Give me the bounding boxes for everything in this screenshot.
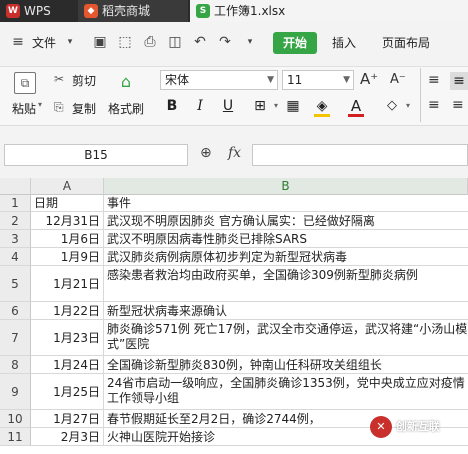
align-top-icon[interactable]: ≡ bbox=[428, 72, 440, 88]
cut-label[interactable]: 剪切 bbox=[72, 72, 96, 89]
quick-access-dropdown-icon[interactable]: ▾ bbox=[242, 34, 258, 50]
menu-file[interactable]: 文件 bbox=[32, 34, 56, 51]
chevron-down-icon[interactable]: ▾ bbox=[62, 34, 78, 50]
border-icon[interactable]: ⊞ bbox=[252, 97, 268, 115]
cell[interactable]: 武汉现不明原因肺炎 官方确认属实：已经做好隔离 bbox=[104, 212, 468, 230]
merge-cells-icon[interactable]: ▦ bbox=[285, 97, 301, 115]
row-header[interactable]: 8 bbox=[0, 356, 31, 374]
tab-workbook-label: 工作簿1.xlsx bbox=[214, 4, 286, 18]
chevron-down-icon: ▼ bbox=[267, 75, 274, 85]
tab-wps-label: WPS bbox=[24, 4, 51, 18]
row-header[interactable]: 3 bbox=[0, 230, 31, 248]
paste-icon[interactable]: ⧉ bbox=[14, 72, 36, 94]
cell[interactable]: 新型冠状病毒来源确认 bbox=[104, 302, 468, 320]
copy-label[interactable]: 复制 bbox=[72, 100, 96, 117]
cell[interactable]: 感染患者救治均由政府买单，全国确诊309例新型肺炎病例 bbox=[104, 266, 468, 302]
align-center-icon[interactable]: ≡ bbox=[452, 97, 464, 113]
undo-icon[interactable]: ↶ bbox=[192, 34, 208, 50]
tab-page-layout[interactable]: 页面布局 bbox=[382, 34, 430, 51]
save-icon[interactable]: ▣ bbox=[92, 34, 108, 50]
formula-input[interactable] bbox=[252, 144, 468, 166]
cell[interactable]: 1月9日 bbox=[31, 248, 104, 266]
cell[interactable]: 1月24日 bbox=[31, 356, 104, 374]
paste-dropdown-icon[interactable]: ▾ bbox=[38, 100, 42, 109]
cell[interactable]: 1月23日 bbox=[31, 320, 104, 356]
hamburger-menu-icon[interactable]: ≡ bbox=[10, 34, 26, 50]
watermark-logo: ✕ 创新互联 bbox=[370, 416, 440, 446]
cell[interactable]: 1月22日 bbox=[31, 302, 104, 320]
tab-start[interactable]: 开始 bbox=[273, 32, 317, 54]
name-box[interactable]: B15 bbox=[4, 144, 188, 166]
underline-button[interactable]: U bbox=[220, 97, 236, 115]
row-header[interactable]: 6 bbox=[0, 302, 31, 320]
zoom-lookup-icon[interactable]: ⊕ bbox=[200, 145, 212, 161]
column-header-a[interactable]: A bbox=[31, 178, 104, 195]
cell[interactable]: 2月3日 bbox=[31, 428, 104, 446]
ribbon-divider bbox=[420, 68, 421, 122]
cell[interactable]: 1月25日 bbox=[31, 374, 104, 410]
watermark-logo-icon: ✕ bbox=[370, 416, 392, 438]
row-header[interactable]: 11 bbox=[0, 428, 31, 446]
row-header[interactable]: 4 bbox=[0, 248, 31, 266]
tab-wps[interactable]: W WPS bbox=[0, 0, 76, 22]
insert-function-button[interactable]: fx bbox=[228, 145, 241, 161]
row-header[interactable]: 2 bbox=[0, 212, 31, 230]
chevron-down-icon[interactable]: ▾ bbox=[268, 97, 284, 115]
tab-workbook[interactable]: S 工作簿1.xlsx bbox=[190, 0, 468, 22]
row-header[interactable]: 5 bbox=[0, 266, 31, 302]
font-name-value: 宋体 bbox=[165, 73, 190, 87]
print-icon[interactable]: ⎙ bbox=[142, 34, 158, 50]
tab-store-label: 稻壳商城 bbox=[102, 4, 151, 18]
format-painter-label[interactable]: 格式刷 bbox=[108, 100, 144, 117]
row-header[interactable]: 7 bbox=[0, 320, 31, 356]
font-size-value: 11 bbox=[287, 73, 303, 87]
spreadsheet-icon: S bbox=[196, 3, 210, 18]
format-painter-icon[interactable]: ⌂ bbox=[116, 72, 136, 92]
font-color-swatch bbox=[348, 114, 364, 117]
cell[interactable]: 1月27日 bbox=[31, 410, 104, 428]
watermark-text: 创新互联 bbox=[395, 420, 440, 433]
chevron-down-icon[interactable]: ▾ bbox=[400, 97, 416, 115]
cell[interactable]: 事件 bbox=[104, 195, 468, 212]
wps-logo-icon: W bbox=[6, 3, 20, 18]
italic-button[interactable]: I bbox=[192, 97, 208, 115]
clear-format-icon[interactable]: ◇ bbox=[384, 97, 400, 115]
font-name-select[interactable]: 宋体 ▼ bbox=[160, 70, 278, 90]
fill-color-icon[interactable]: ◈ bbox=[314, 97, 330, 115]
cell[interactable]: 肺炎确诊571例 死亡17例，武汉全市交通停运，武汉将建“小汤山模式”医院 bbox=[104, 320, 468, 356]
menu-bar: ≡ 文件 ▾ ▣ ⬚ ⎙ ◫ ↶ ↷ ▾ 开始 插入 页面布局 bbox=[0, 22, 468, 67]
cell[interactable]: 24省市启动一级响应，全国肺炎确诊1353例，党中央成立应对疫情工作领导小组 bbox=[104, 374, 468, 410]
increase-font-size-icon[interactable]: A⁺ bbox=[360, 70, 378, 88]
align-middle-icon[interactable]: ≡ bbox=[450, 72, 468, 90]
title-tab-bar: W WPS ◆ 稻壳商城 S 工作簿1.xlsx bbox=[0, 0, 468, 22]
cell[interactable]: 武汉肺炎病例病原体初步判定为新型冠状病毒 bbox=[104, 248, 468, 266]
chevron-down-icon: ▼ bbox=[343, 75, 350, 85]
column-header-b[interactable]: B bbox=[104, 178, 468, 195]
tab-insert[interactable]: 插入 bbox=[332, 34, 356, 51]
cell[interactable]: 日期 bbox=[31, 195, 104, 212]
row-header[interactable]: 1 bbox=[0, 195, 31, 212]
cell[interactable]: 1月6日 bbox=[31, 230, 104, 248]
paste-label[interactable]: 粘贴 bbox=[12, 100, 36, 117]
fill-color-swatch bbox=[314, 114, 330, 117]
cell[interactable]: 武汉不明原因病毒性肺炎已排除SARS bbox=[104, 230, 468, 248]
copy-icon[interactable]: ⎘ bbox=[54, 100, 64, 115]
print-preview-icon[interactable]: ◫ bbox=[167, 34, 183, 50]
redo-icon[interactable]: ↷ bbox=[217, 34, 233, 50]
font-color-icon[interactable]: A bbox=[348, 97, 364, 115]
cell[interactable]: 12月31日 bbox=[31, 212, 104, 230]
cell[interactable]: 全国确诊新型肺炎830例，钟南山任科研攻关组组长 bbox=[104, 356, 468, 374]
bold-button[interactable]: B bbox=[164, 97, 180, 115]
export-icon[interactable]: ⬚ bbox=[117, 34, 133, 50]
cut-icon[interactable]: ✂ bbox=[54, 72, 64, 86]
font-size-select[interactable]: 11 ▼ bbox=[282, 70, 354, 90]
tab-store[interactable]: ◆ 稻壳商城 bbox=[78, 0, 188, 22]
decrease-font-size-icon[interactable]: A⁻ bbox=[390, 72, 406, 87]
align-left-icon[interactable]: ≡ bbox=[428, 97, 440, 113]
cell[interactable]: 1月21日 bbox=[31, 266, 104, 302]
row-header[interactable]: 10 bbox=[0, 410, 31, 428]
select-all-corner[interactable] bbox=[0, 178, 31, 195]
row-header[interactable]: 9 bbox=[0, 374, 31, 410]
store-logo-icon: ◆ bbox=[84, 3, 98, 18]
